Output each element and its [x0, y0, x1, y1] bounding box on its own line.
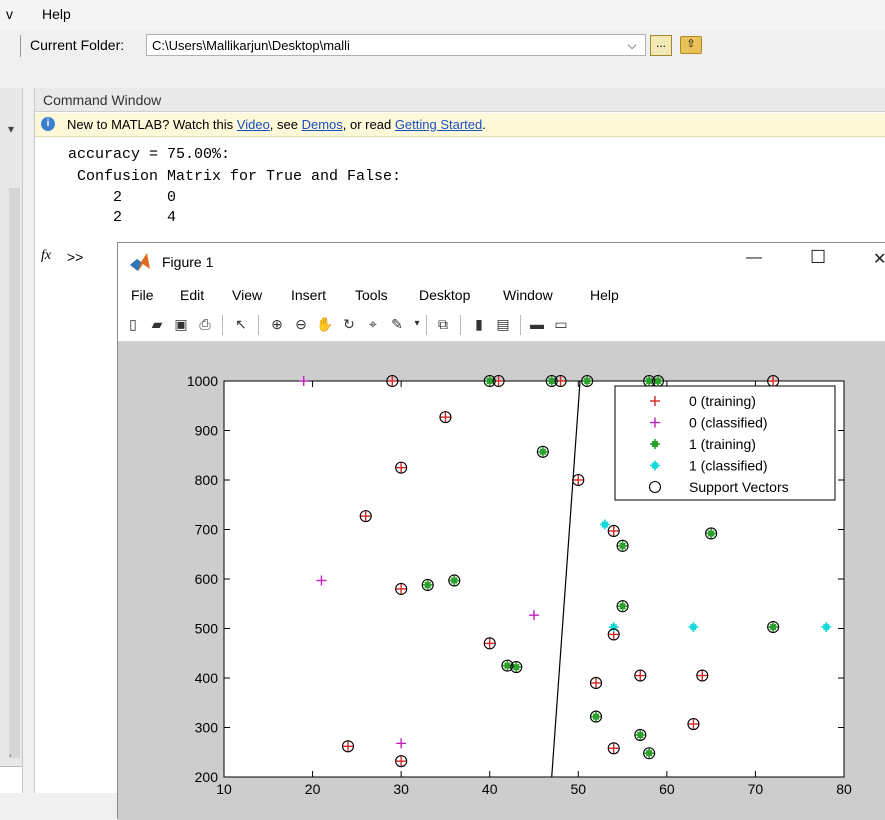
minimize-button[interactable]: — [746, 249, 762, 267]
command-prompt[interactable]: >> [67, 249, 83, 265]
getting-started-link[interactable]: Getting Started [395, 117, 482, 132]
legend-icon[interactable]: ▤ [494, 315, 512, 333]
legend-label: 1 (classified) [689, 458, 768, 474]
new-to-matlab-notice: i New to MATLAB? Watch this Video, see D… [35, 113, 885, 137]
menu-item-view[interactable]: v [6, 6, 13, 22]
y-tick-label: 800 [195, 472, 219, 488]
pointer-icon[interactable]: ↖ [232, 315, 250, 333]
scatter-plot: 10 20 30 40 50 60 70 80 200 300 400 500 600 700 800 900… [187, 373, 852, 797]
demos-link[interactable]: Demos [302, 117, 343, 132]
zoom-in-icon[interactable]: ⊕ [268, 315, 286, 333]
command-window-title: Command Window [35, 88, 885, 112]
folder-up-icon[interactable]: ⇧ [680, 36, 702, 54]
main-menubar: v Help [0, 0, 885, 30]
x-tick-label: 50 [570, 781, 586, 797]
y-tick-label: 300 [195, 720, 219, 736]
figure-menubar: File Edit View Insert Tools Desktop Wind… [118, 283, 885, 309]
figure-menu-edit[interactable]: Edit [180, 287, 204, 303]
figure-menu-view[interactable]: View [232, 287, 262, 303]
y-tick-label: 600 [195, 571, 219, 587]
close-button[interactable]: ✕ [873, 249, 885, 269]
open-file-icon[interactable]: ▰ [148, 315, 166, 333]
x-tick-label: 70 [748, 781, 764, 797]
y-tick-label: 500 [195, 621, 219, 637]
left-panel-scrollbar[interactable] [9, 188, 20, 758]
toolbar-divider [258, 315, 259, 335]
current-folder-bar: Current Folder: C:\Users\Mallikarjun\Des… [0, 32, 885, 60]
notice-end: . [482, 117, 486, 132]
menu-item-help[interactable]: Help [42, 6, 71, 22]
current-folder-label: Current Folder: [30, 37, 125, 53]
function-browser-icon[interactable]: fx [41, 248, 51, 264]
x-tick-label: 10 [216, 781, 232, 797]
output-line-matrix-row: 2 4 [68, 209, 177, 226]
y-tick-label: 1000 [187, 373, 218, 389]
y-tick-label: 400 [195, 670, 219, 686]
figure-menu-file[interactable]: File [131, 287, 154, 303]
colorbar-icon[interactable]: ▮ [470, 315, 488, 333]
x-tick-label: 60 [659, 781, 675, 797]
maximize-button[interactable]: ☐ [810, 247, 826, 268]
x-tick-label: 40 [482, 781, 498, 797]
x-tick-label: 20 [305, 781, 321, 797]
save-icon[interactable]: ▣ [172, 315, 190, 333]
figure-toolbar: ▯ ▰ ▣ ⎙ ↖ ⊕ ⊖ ✋ ↻ ⌖ ✎ ▾ ⧉ ▮ ▤ ▬ ▭ [118, 309, 885, 342]
info-icon: i [41, 117, 55, 131]
pan-hand-icon[interactable]: ✋ [316, 315, 334, 333]
notice-prefix: New to MATLAB? Watch this [67, 117, 237, 132]
y-tick-label: 200 [195, 769, 219, 785]
figure-menu-insert[interactable]: Insert [291, 287, 326, 303]
rotate-3d-icon[interactable]: ↻ [340, 315, 358, 333]
y-tick-label: 900 [195, 423, 219, 439]
output-line-confusion-title: Confusion Matrix for True and False: [68, 168, 402, 185]
legend-label: 0 (training) [689, 393, 756, 409]
legend-label: 0 (classified) [689, 415, 768, 431]
collapse-arrow-icon[interactable]: ▾ [8, 122, 14, 136]
x-tick-label: 80 [836, 781, 852, 797]
new-figure-icon[interactable]: ▯ [124, 315, 142, 333]
link-plot-icon[interactable]: ⧉ [434, 315, 452, 333]
print-icon[interactable]: ⎙ [196, 315, 214, 333]
figure-titlebar[interactable]: Figure 1 — ☐ ✕ [118, 243, 885, 283]
legend-label: Support Vectors [689, 479, 789, 495]
zoom-out-icon[interactable]: ⊖ [292, 315, 310, 333]
brush-icon[interactable]: ✎ [388, 315, 406, 333]
output-line-accuracy: accuracy = 75.00%: [68, 146, 231, 163]
toolbar-divider [222, 315, 223, 335]
toolbar-divider [426, 315, 427, 335]
figure-menu-desktop[interactable]: Desktop [419, 287, 470, 303]
browse-folder-button[interactable]: ... [650, 35, 672, 56]
chevron-down-icon[interactable]: ⌵ [620, 34, 644, 56]
notice-sep: , or read [342, 117, 395, 132]
video-link[interactable]: Video [237, 117, 270, 132]
figure-window: Figure 1 — ☐ ✕ File Edit View Insert Too… [117, 242, 885, 820]
toolbar-divider [20, 35, 21, 57]
left-panel-strip: ▾ ˎ ˏ [0, 88, 23, 793]
figure-title: Figure 1 [162, 254, 214, 270]
y-tick-label: 700 [195, 522, 219, 538]
notice-sep: , see [269, 117, 302, 132]
chevron-down-icon[interactable]: ▾ [408, 315, 426, 333]
hide-plot-tools-icon[interactable]: ▬ [528, 315, 546, 333]
show-plot-tools-icon[interactable]: ▭ [552, 315, 570, 333]
data-cursor-icon[interactable]: ⌖ [364, 315, 382, 333]
toolbar-divider [460, 315, 461, 335]
panel-marker-icon: ˏ [8, 743, 12, 757]
figure-menu-tools[interactable]: Tools [355, 287, 388, 303]
x-tick-label: 30 [393, 781, 409, 797]
current-folder-path-field[interactable]: C:\Users\Mallikarjun\Desktop\malli [146, 34, 646, 56]
toolbar-divider [520, 315, 521, 335]
output-line-matrix-row: 2 0 [68, 189, 177, 206]
matlab-logo-icon [130, 253, 150, 271]
legend-label: 1 (training) [689, 436, 756, 452]
figure-menu-window[interactable]: Window [503, 287, 553, 303]
left-panel-lower-field[interactable] [0, 766, 22, 793]
figure-canvas: 10 20 30 40 50 60 70 80 200 300 400 500 600 700 800 900… [118, 342, 885, 820]
figure-menu-help[interactable]: Help [590, 287, 619, 303]
